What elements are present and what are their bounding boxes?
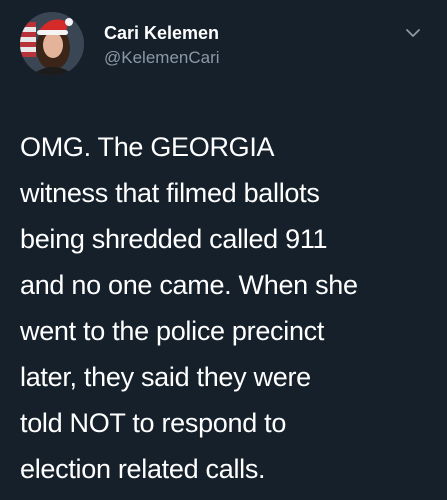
tweet-card: Cari Kelemen @KelemenCari OMG. The GEORG… (0, 0, 447, 500)
display-name[interactable]: Cari Kelemen (104, 22, 220, 44)
tweet-text-line: being shredded called 911 (20, 224, 328, 254)
user-handle[interactable]: @KelemenCari (104, 47, 220, 69)
tweet-text-line: election related calls. (20, 454, 266, 484)
profile-photo-icon (20, 12, 84, 76)
tweet-text-line: OMG. The GEORGIA (20, 132, 275, 162)
tweet-text-line: told NOT to respond to (20, 408, 287, 438)
chevron-down-icon[interactable] (404, 24, 422, 42)
tweet-text-line: later, they said they were (20, 362, 311, 392)
tweet-text-line: witness that filmed ballots (20, 178, 320, 208)
author-info[interactable]: Cari Kelemen @KelemenCari (104, 22, 220, 69)
tweet-text-line: and no one came. When she (20, 270, 358, 300)
avatar[interactable] (20, 12, 84, 76)
tweet-text: OMG. The GEORGIA witness that filmed bal… (20, 124, 435, 492)
tweet-text-line: went to the police precinct (20, 316, 325, 346)
